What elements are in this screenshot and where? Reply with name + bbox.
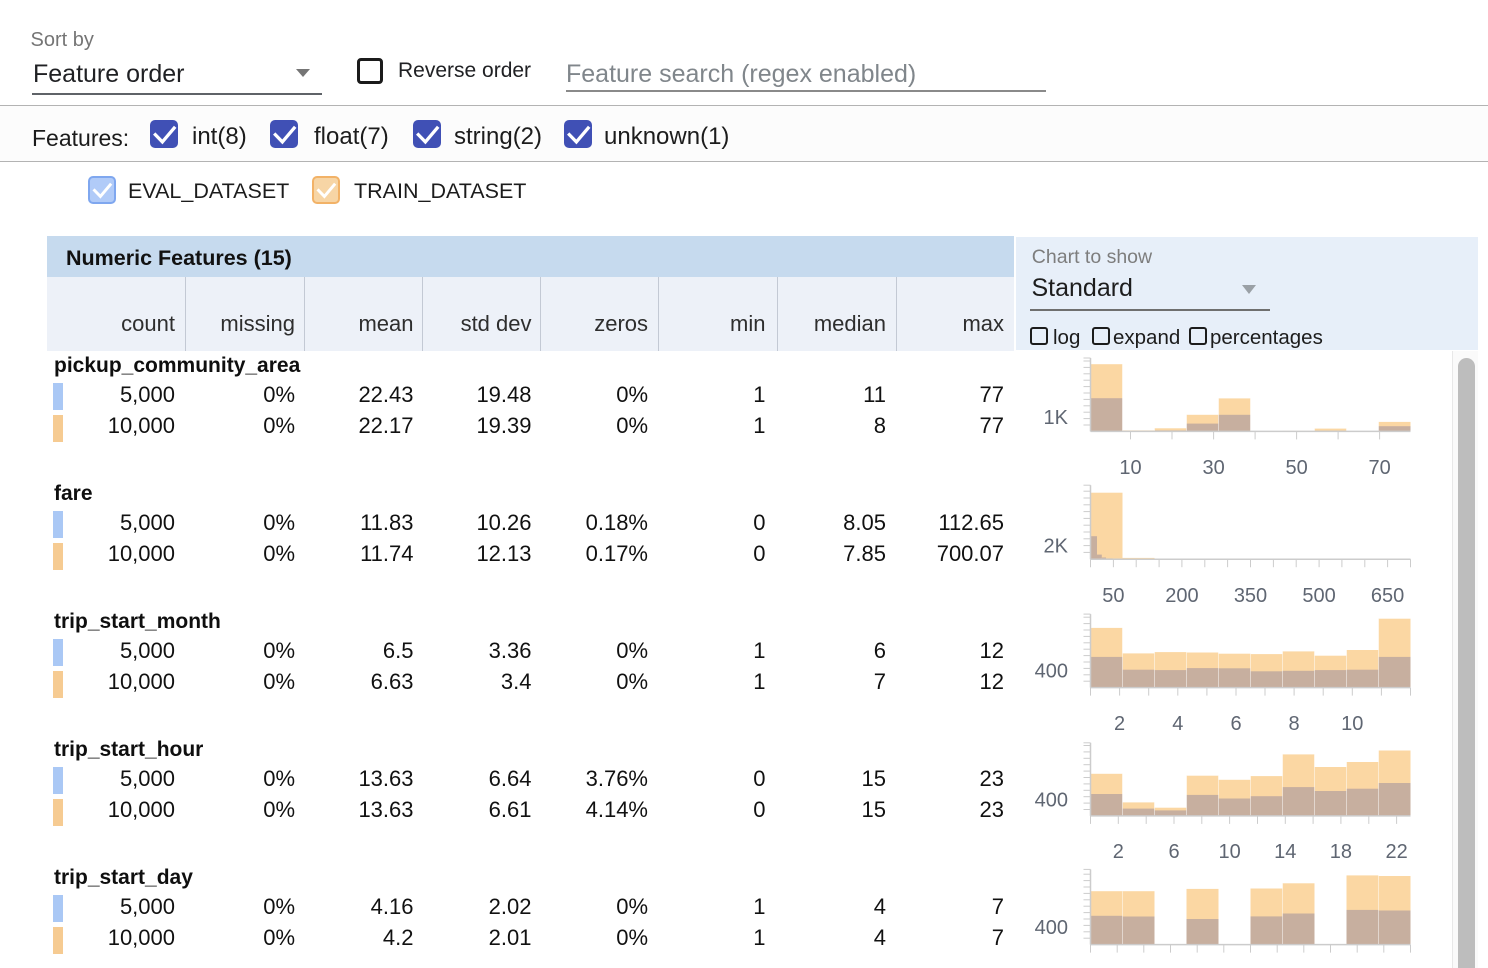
- svg-text:2: 2: [1113, 841, 1124, 863]
- svg-text:6: 6: [1230, 713, 1241, 735]
- svg-text:6: 6: [1168, 841, 1179, 863]
- svg-text:50: 50: [1102, 585, 1124, 607]
- svg-text:10: 10: [1218, 841, 1240, 863]
- svg-text:650: 650: [1371, 585, 1404, 607]
- svg-text:10: 10: [1341, 713, 1363, 735]
- svg-text:30: 30: [1202, 457, 1224, 479]
- svg-text:2K: 2K: [1044, 535, 1069, 557]
- svg-text:200: 200: [1165, 585, 1198, 607]
- svg-text:70: 70: [1368, 457, 1390, 479]
- svg-text:4: 4: [1172, 713, 1183, 735]
- svg-text:500: 500: [1302, 585, 1335, 607]
- svg-text:50: 50: [1285, 457, 1307, 479]
- svg-text:2: 2: [1114, 713, 1125, 735]
- svg-text:18: 18: [1330, 841, 1352, 863]
- svg-text:22: 22: [1385, 841, 1407, 863]
- svg-text:10: 10: [1119, 457, 1141, 479]
- svg-text:400: 400: [1035, 790, 1068, 812]
- svg-text:350: 350: [1234, 585, 1267, 607]
- svg-text:400: 400: [1035, 917, 1068, 939]
- svg-text:14: 14: [1274, 841, 1296, 863]
- svg-text:8: 8: [1289, 713, 1300, 735]
- svg-text:400: 400: [1035, 661, 1068, 683]
- svg-text:1K: 1K: [1044, 407, 1069, 429]
